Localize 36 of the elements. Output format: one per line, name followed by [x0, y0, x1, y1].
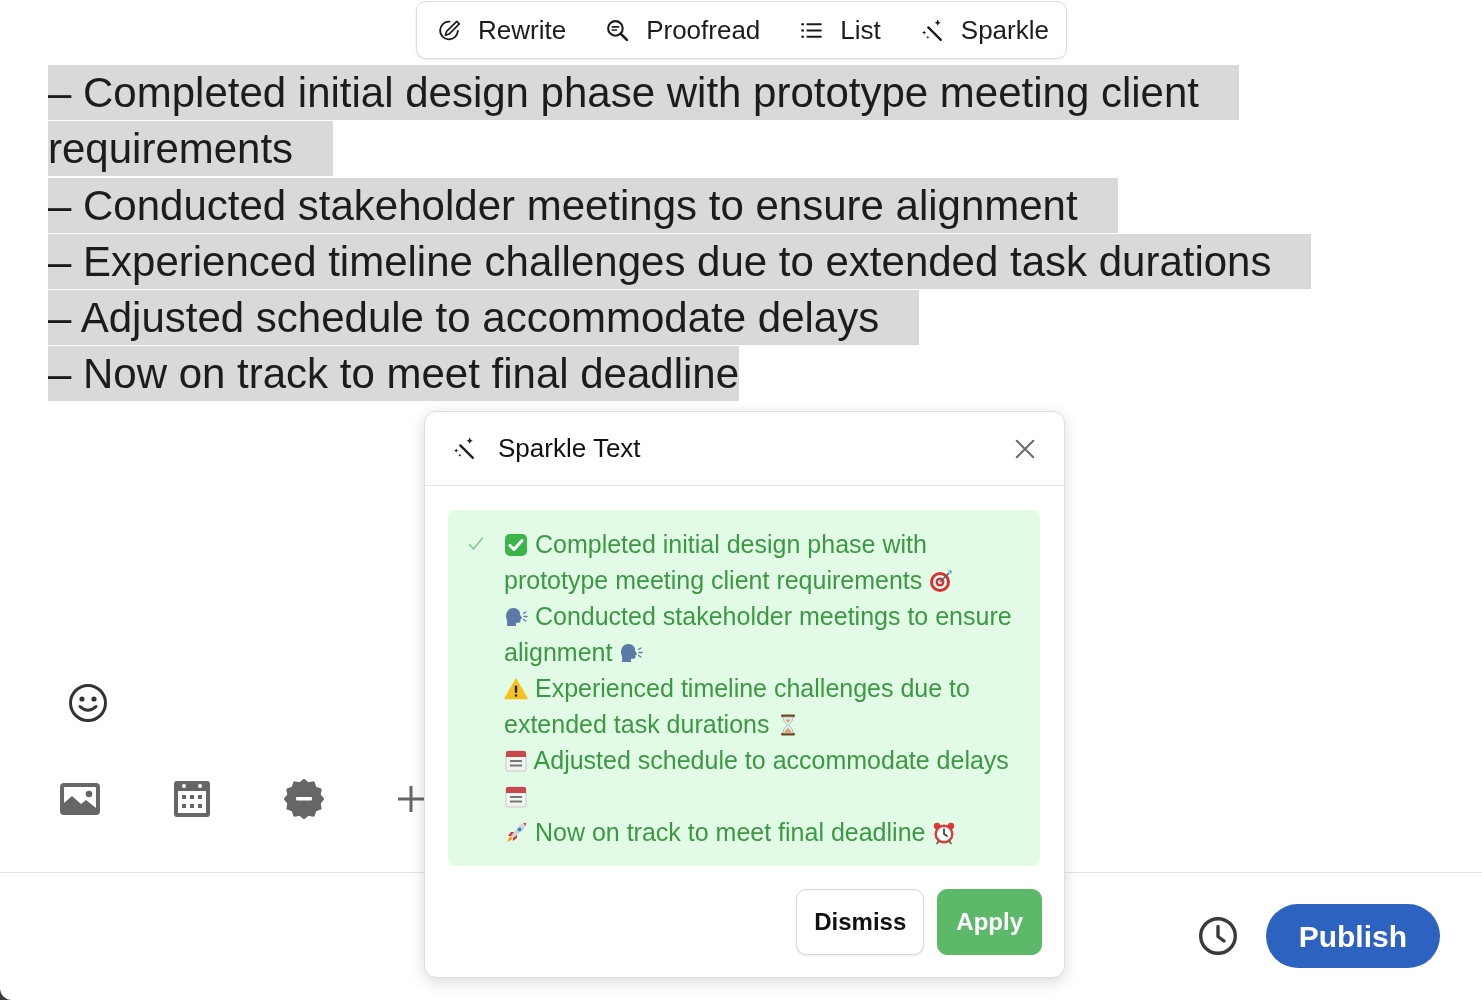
suggestion-text: Completed initial design phase with	[534, 530, 927, 558]
ticked-box-icon	[504, 533, 528, 557]
close-icon[interactable]	[1014, 437, 1036, 460]
calendar-icon[interactable]	[174, 779, 210, 818]
check-icon	[468, 536, 484, 552]
suggestion-text: Experienced timeline challenges due to	[534, 674, 970, 702]
toolbar-button[interactable]: List	[799, 14, 881, 46]
calendar-icon	[504, 749, 528, 773]
magic-wand-icon	[919, 17, 945, 43]
magnifier-icon	[605, 17, 631, 43]
suggestion-text: alignment	[504, 638, 613, 666]
warning-icon	[504, 677, 528, 701]
rocket-icon	[504, 821, 528, 845]
speaking-head-icon	[619, 641, 644, 665]
suggestion-text: Now on track to meet final deadline	[534, 818, 926, 846]
toolbar-button[interactable]: Rewrite	[437, 14, 567, 46]
magic-wand-icon	[452, 436, 477, 461]
suggestion-text: extended task durations	[504, 710, 770, 738]
badge-icon[interactable]	[284, 778, 324, 819]
speaking-head-icon	[504, 605, 528, 629]
target-icon	[929, 569, 954, 593]
clock-icon[interactable]	[1197, 916, 1238, 957]
toolbar-button[interactable]: Sparkle	[919, 14, 1049, 46]
suggestion-text: Adjusted schedule to accommodate delays	[533, 746, 1009, 774]
toolbar-button[interactable]: Proofread	[605, 14, 761, 46]
plus-icon[interactable]	[398, 785, 424, 812]
dismiss-button[interactable]: Dismiss	[796, 889, 925, 955]
image-icon[interactable]	[60, 782, 100, 815]
calendar-icon	[504, 785, 528, 809]
panel-title: Sparkle Text	[498, 432, 641, 465]
suggestion-text: Conducted stakeholder meetings to ensure	[534, 602, 1012, 630]
publish-button[interactable]: Publish	[1265, 904, 1440, 969]
edit-icon	[437, 17, 462, 43]
alarm-clock-icon	[932, 821, 957, 845]
suggestion-text: prototype meeting client requirements	[504, 566, 923, 594]
smiley-icon[interactable]	[68, 682, 108, 723]
